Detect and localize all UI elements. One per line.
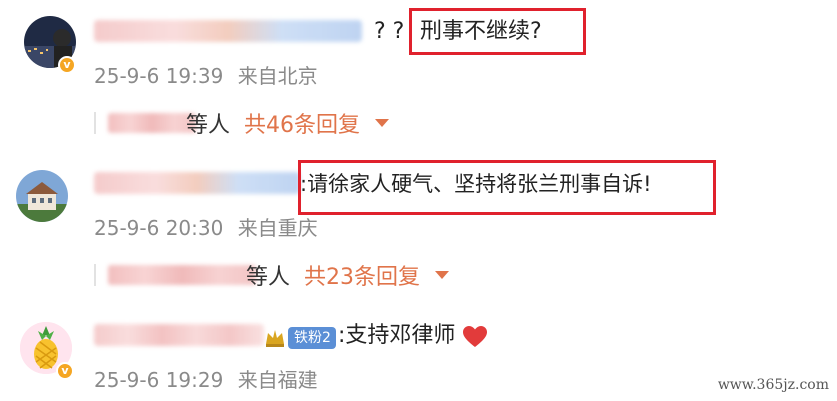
reply-users-suffix: 等人	[246, 265, 291, 290]
reply-users-suffix: 等人	[186, 113, 231, 138]
watermark: www.365jz.com	[717, 377, 829, 393]
comment-3: v 铁粉2 :支持邓律师 25-9-6 19:29 来自福建	[0, 300, 837, 401]
heart-icon	[463, 326, 487, 347]
username-blurred[interactable]	[94, 20, 362, 42]
reply-divider	[94, 112, 96, 134]
location: 来自北京	[237, 64, 318, 88]
reply-users-blurred	[108, 265, 256, 285]
comment-text: :支持邓律师	[338, 323, 456, 348]
building-avatar	[16, 170, 68, 222]
comment-meta: 25-9-6 19:29 来自福建	[94, 364, 318, 393]
verified-badge-icon: v	[58, 56, 76, 74]
location: 来自重庆	[237, 216, 318, 240]
crown-icon	[266, 330, 284, 347]
verified-badge-icon: v	[56, 362, 74, 380]
comment-meta: 25-9-6 19:39 来自北京	[94, 60, 318, 89]
timestamp: 25-9-6 20:30	[94, 216, 224, 240]
reply-summary[interactable]: 等人 共23条回复	[94, 259, 454, 291]
location: 来自福建	[237, 368, 318, 392]
reply-users-blurred	[108, 113, 196, 133]
username-blurred[interactable]	[94, 324, 264, 346]
reply-divider	[94, 264, 96, 286]
reply-count-link[interactable]: 共46条回复	[244, 107, 360, 139]
reply-count-link[interactable]: 共23条回复	[304, 259, 420, 291]
username-blurred[interactable]	[94, 172, 300, 194]
chevron-down-icon[interactable]	[375, 119, 389, 127]
highlight-box	[298, 160, 716, 215]
comment-2: :请徐家人硬气、坚持将张兰刑事自诉! 25-9-6 20:30 来自重庆 等人 …	[0, 150, 837, 300]
comment-1: v ? ? 刑事不继续? 25-9-6 19:39 来自北京 等人 共46条回复	[0, 0, 837, 150]
reply-summary[interactable]: 等人 共46条回复	[94, 107, 414, 139]
comment-meta: 25-9-6 20:30 来自重庆	[94, 212, 318, 241]
highlight-box	[409, 8, 586, 55]
user-avatar[interactable]	[16, 170, 68, 222]
timestamp: 25-9-6 19:29	[94, 368, 224, 392]
comment-prefix: ? ?	[374, 19, 405, 44]
fan-level-badge[interactable]: 铁粉2	[288, 327, 336, 349]
timestamp: 25-9-6 19:39	[94, 64, 224, 88]
chevron-down-icon[interactable]	[435, 271, 449, 279]
